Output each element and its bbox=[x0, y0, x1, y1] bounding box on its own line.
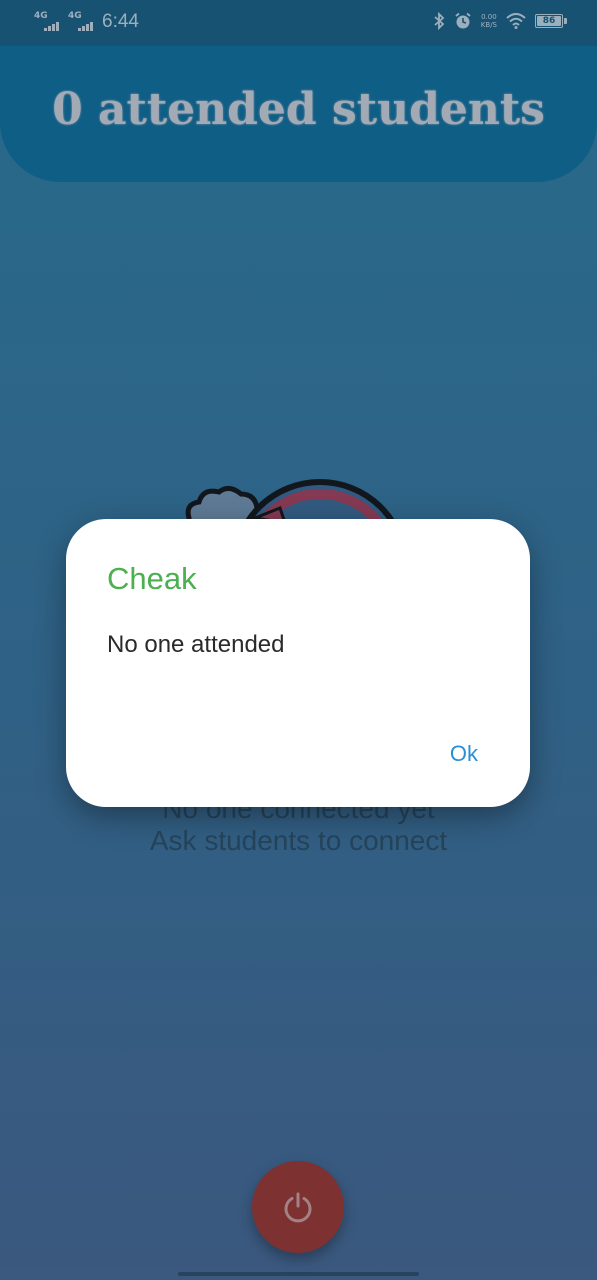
dialog-title: Cheak bbox=[107, 561, 197, 596]
alert-dialog: Cheak No one attended Ok bbox=[66, 519, 530, 807]
ok-button[interactable]: Ok bbox=[450, 741, 478, 767]
dialog-message: No one attended bbox=[107, 631, 285, 658]
